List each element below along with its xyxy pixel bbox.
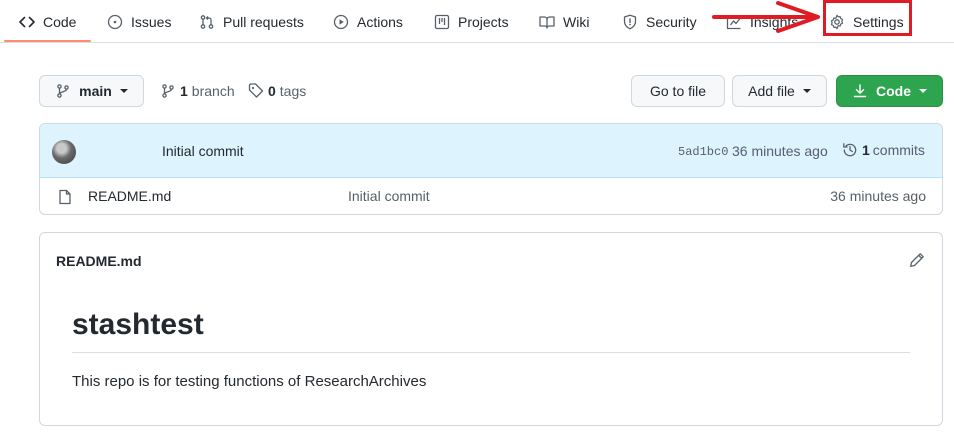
branch-count: 1 — [180, 83, 188, 99]
tag-count: 0 — [268, 83, 276, 99]
commit-sha[interactable]: 5ad1bc0 — [678, 145, 728, 159]
chevron-down-icon — [802, 89, 811, 93]
branch-name: main — [79, 83, 112, 99]
pencil-icon[interactable] — [909, 252, 925, 268]
tab-settings[interactable]: Settings — [829, 0, 904, 43]
tab-security[interactable]: Security — [622, 0, 697, 43]
readme-heading: stashtest — [72, 308, 204, 341]
commit-history-link[interactable]: 1 commits — [842, 142, 925, 158]
add-file-label: Add file — [748, 83, 795, 99]
tab-pull-requests-label: Pull requests — [223, 13, 304, 30]
latest-commit-bar: Initial commit 5ad1bc0 36 minutes ago 1 … — [40, 124, 942, 178]
code-button-label: Code — [876, 83, 911, 99]
tab-insights[interactable]: Insights — [726, 0, 798, 43]
commit-age: 36 minutes ago — [732, 143, 828, 159]
repo-nav: Code Issues Pull requests Actions Projec… — [0, 0, 954, 43]
gear-icon — [830, 14, 844, 29]
branch-select-button[interactable]: main — [39, 75, 144, 107]
tab-wiki-label: Wiki — [563, 13, 590, 30]
file-list: Initial commit 5ad1bc0 36 minutes ago 1 … — [39, 123, 943, 215]
readme-panel: README.md stashtest This repo is for tes… — [39, 232, 943, 426]
latest-commit-message[interactable]: Initial commit — [162, 143, 244, 159]
go-to-file-button[interactable]: Go to file — [631, 75, 725, 107]
avatar[interactable] — [52, 140, 76, 164]
tab-insights-label: Insights — [750, 13, 799, 30]
graph-icon — [726, 15, 741, 29]
branch-word: branch — [191, 83, 235, 99]
tab-pull-requests[interactable]: Pull requests — [199, 0, 304, 43]
commit-word: commits — [872, 142, 925, 158]
tag-icon — [248, 83, 264, 98]
pull-request-icon — [200, 14, 214, 29]
tab-projects[interactable]: Projects — [434, 0, 509, 43]
tab-security-label: Security — [646, 13, 697, 30]
readme-body: This repo is for testing functions of Re… — [72, 373, 427, 390]
tab-actions-label: Actions — [357, 13, 403, 30]
readme-divider — [72, 352, 910, 353]
tab-issues[interactable]: Issues — [107, 0, 171, 43]
go-to-file-label: Go to file — [649, 83, 707, 99]
tab-wiki[interactable]: Wiki — [539, 0, 589, 43]
tag-word: tags — [279, 83, 307, 99]
tab-actions[interactable]: Actions — [333, 0, 403, 43]
branches-link[interactable]: 1 branch — [160, 80, 235, 102]
tags-link[interactable]: 0 tags — [248, 80, 306, 102]
history-icon — [843, 143, 857, 157]
commit-count: 1 — [862, 142, 870, 158]
chevron-down-icon — [919, 89, 927, 93]
tab-selected-underline — [4, 40, 91, 42]
branch-icon — [162, 84, 174, 98]
tab-code-label: Code — [43, 13, 77, 30]
tab-code[interactable]: Code — [19, 0, 76, 43]
table-icon — [434, 14, 450, 29]
chevron-down-icon — [119, 89, 128, 93]
code-icon — [19, 16, 35, 27]
file-name[interactable]: README.md — [88, 188, 171, 204]
book-icon — [539, 15, 555, 29]
add-file-button[interactable]: Add file — [732, 75, 827, 107]
file-commit-message[interactable]: Initial commit — [348, 188, 430, 204]
tab-issues-label: Issues — [131, 13, 172, 30]
issue-icon — [107, 14, 123, 29]
code-dropdown-button[interactable]: Code — [836, 75, 943, 107]
download-icon — [853, 84, 867, 98]
file-icon — [59, 189, 71, 205]
shield-icon — [623, 14, 637, 29]
file-age: 36 minutes ago — [830, 188, 926, 204]
tab-settings-label: Settings — [853, 13, 904, 30]
play-icon — [333, 14, 349, 29]
table-row: README.md Initial commit 36 minutes ago — [40, 179, 942, 214]
tab-projects-label: Projects — [458, 13, 509, 30]
readme-filename: README.md — [56, 253, 142, 269]
branch-icon — [57, 84, 69, 98]
